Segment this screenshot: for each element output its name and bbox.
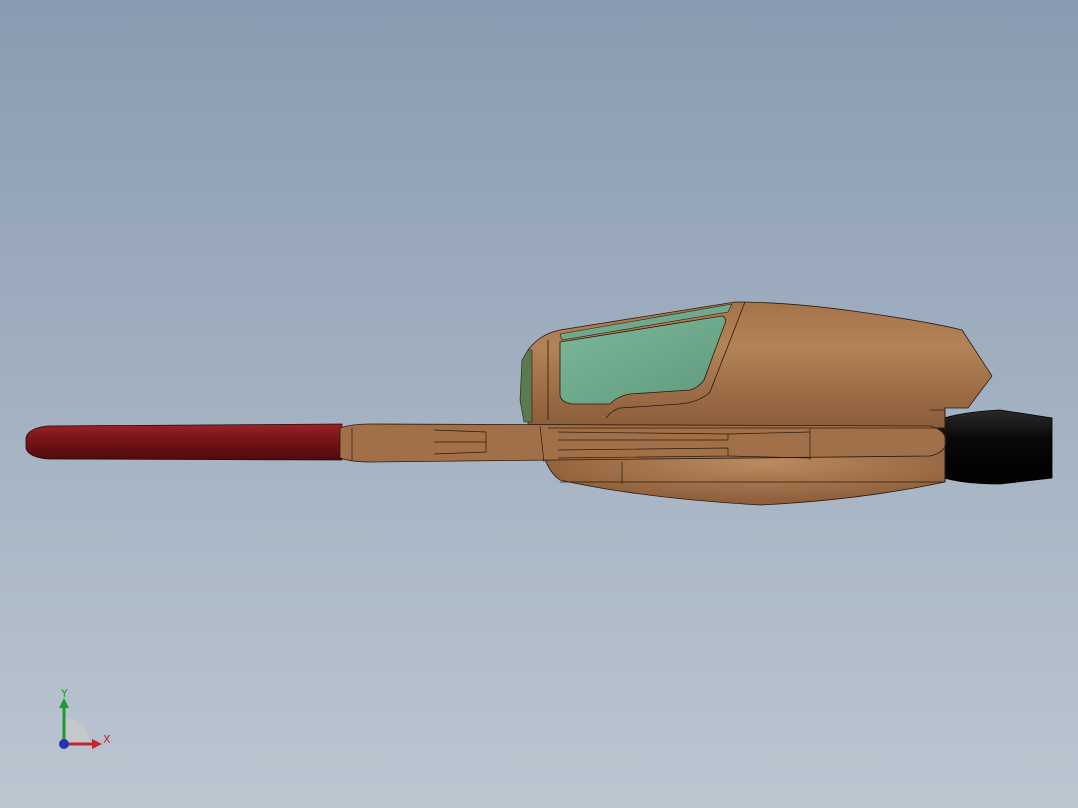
vehicle-model[interactable] [0,0,1078,808]
coordinate-triad: Y X [59,687,111,749]
y-axis-label: Y [60,687,68,700]
central-boom [339,423,947,463]
triad-arc [64,718,90,744]
x-axis-arrow [92,739,102,749]
z-axis-dot [59,739,69,749]
nose-probe [25,423,343,461]
exhaust-nozzle [937,409,1053,485]
x-axis-label: X [103,733,111,746]
cad-viewport[interactable]: Y X [0,0,1078,808]
front-fringe [519,349,533,423]
